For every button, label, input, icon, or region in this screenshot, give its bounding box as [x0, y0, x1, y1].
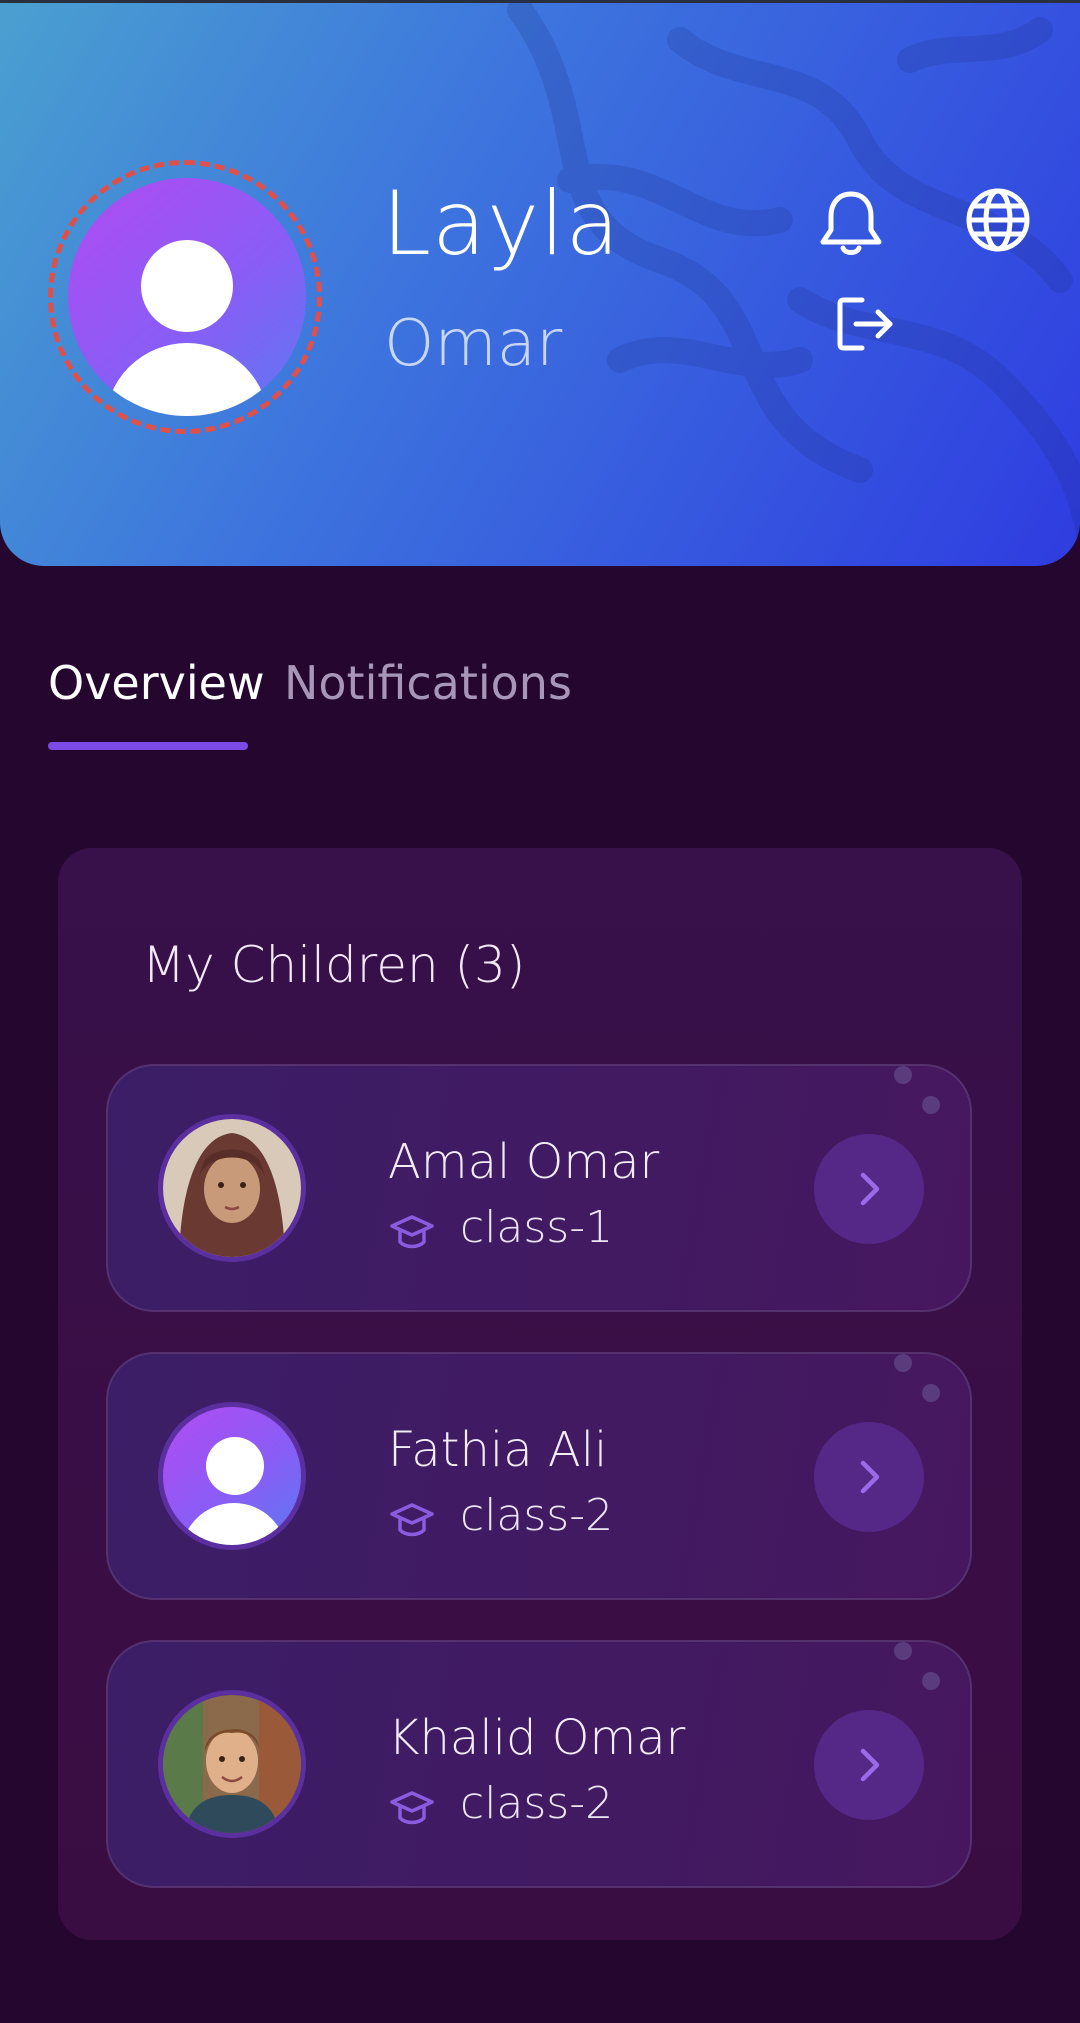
decorative-dot	[922, 1672, 940, 1690]
child-item[interactable]: Khalid Omar class-2	[106, 1640, 972, 1888]
child-name: Fathia Ali	[388, 1422, 608, 1478]
profile-avatar[interactable]	[68, 178, 306, 416]
child-photo	[158, 1690, 306, 1838]
graduation-cap-icon	[390, 1791, 434, 1825]
chevron-right-icon	[860, 1460, 880, 1494]
children-card: My Children (3) Amal Omar class-1 Fathia…	[58, 848, 1022, 1940]
children-section-title: My Children (3)	[142, 936, 526, 994]
graduation-cap-icon	[390, 1215, 434, 1249]
globe-icon[interactable]	[964, 186, 1032, 254]
child-class: class-1	[460, 1202, 614, 1253]
default-avatar	[158, 1402, 306, 1550]
open-child-button[interactable]	[814, 1422, 924, 1532]
decorative-dot	[894, 1354, 912, 1372]
profile-first-name: Layla	[382, 172, 621, 275]
decorative-dot	[894, 1066, 912, 1084]
open-child-button[interactable]	[814, 1134, 924, 1244]
logout-icon[interactable]	[832, 292, 896, 356]
child-photo-illustration	[163, 1695, 301, 1833]
avatar-body	[105, 343, 269, 416]
child-name: Khalid Omar	[388, 1710, 686, 1766]
graduation-cap-icon	[390, 1503, 434, 1537]
avatar-head	[206, 1437, 264, 1495]
open-child-button[interactable]	[814, 1710, 924, 1820]
child-photo	[158, 1114, 306, 1262]
profile-last-name: Omar	[384, 307, 563, 381]
bell-icon[interactable]	[818, 188, 884, 258]
child-item[interactable]: Amal Omar class-1	[106, 1064, 972, 1312]
avatar-head	[141, 240, 233, 332]
chevron-right-icon	[860, 1172, 880, 1206]
child-photo-illustration	[163, 1119, 301, 1257]
decorative-dot	[922, 1096, 940, 1114]
decorative-dot	[922, 1384, 940, 1402]
profile-header: Layla Omar	[0, 0, 1080, 566]
decorative-dot	[894, 1642, 912, 1660]
child-name: Amal Omar	[388, 1134, 660, 1190]
active-tab-indicator	[48, 742, 248, 750]
calligraphy-decoration	[507, 0, 1080, 549]
tab-notifications[interactable]: Notifications	[284, 656, 572, 710]
child-class: class-2	[460, 1490, 614, 1541]
child-class: class-2	[460, 1778, 614, 1829]
child-item[interactable]: Fathia Ali class-2	[106, 1352, 972, 1600]
chevron-right-icon	[860, 1748, 880, 1782]
tab-overview[interactable]: Overview	[48, 656, 265, 710]
avatar-body	[181, 1503, 287, 1545]
